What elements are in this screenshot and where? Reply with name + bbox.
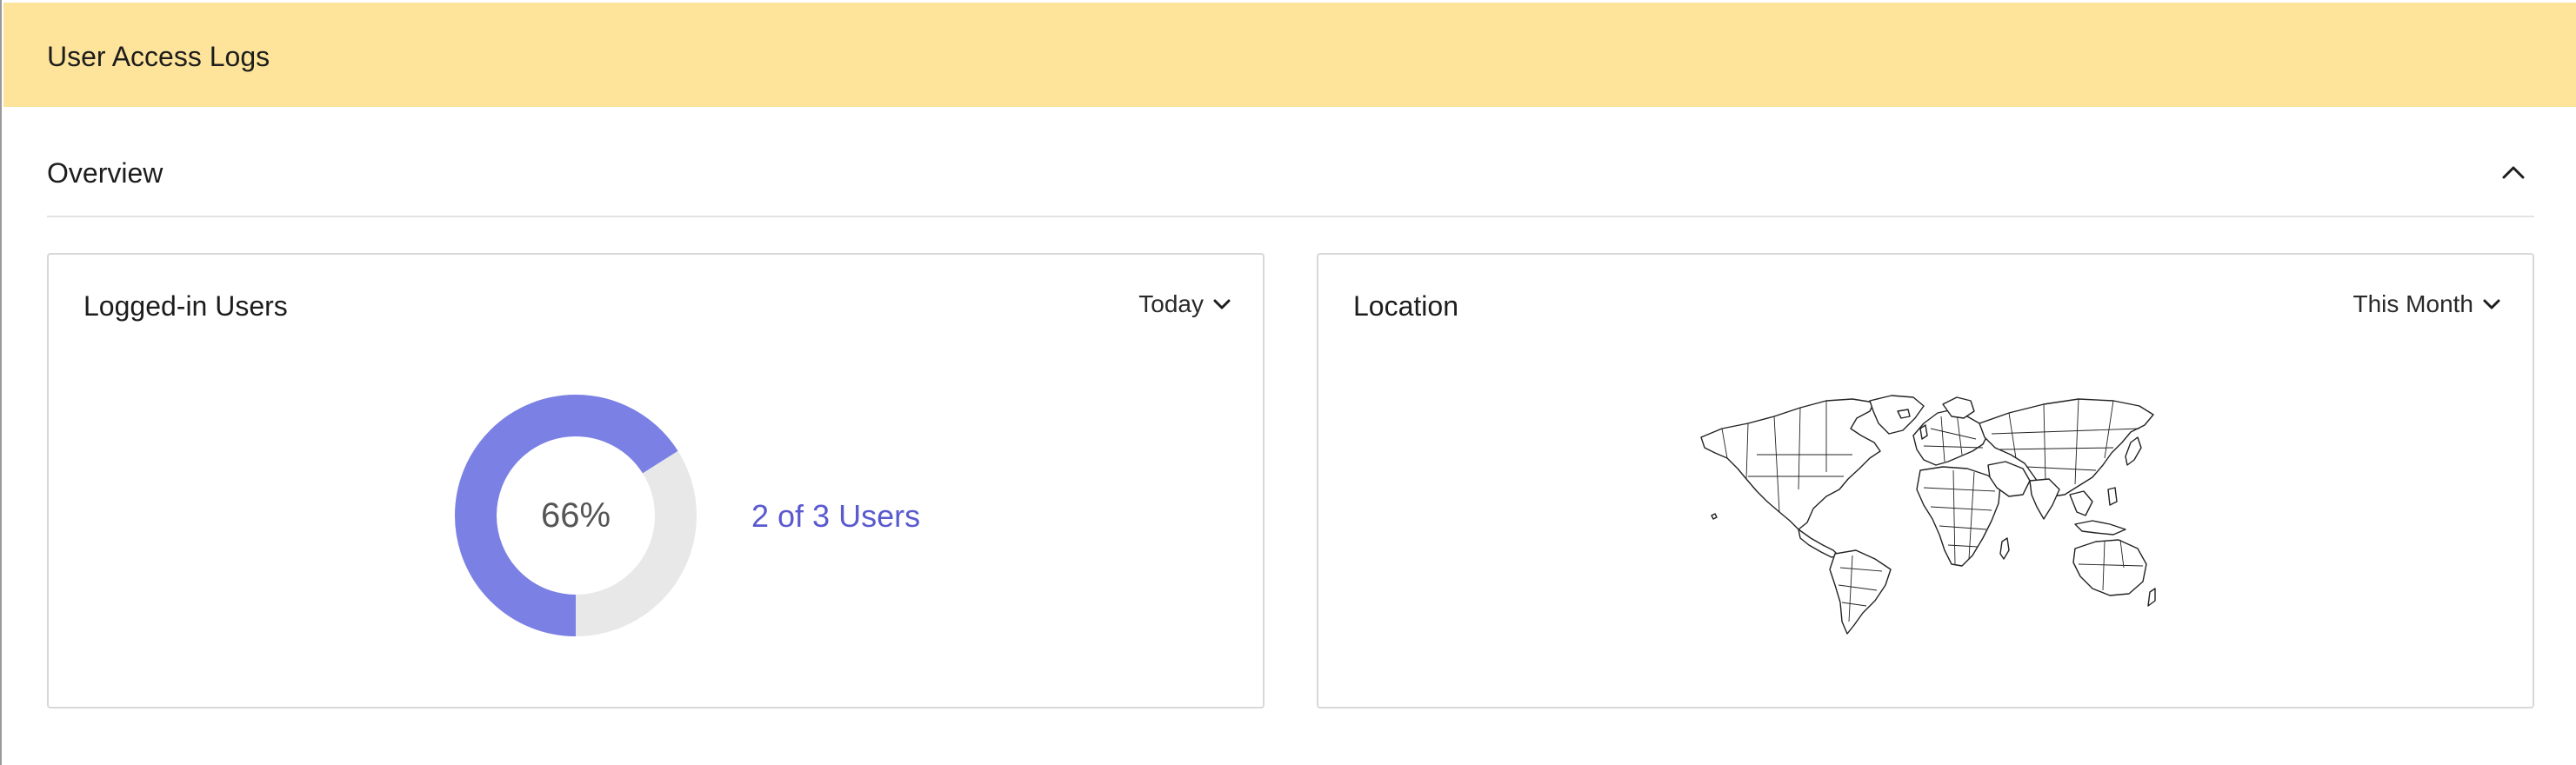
app-frame: User Access Logs Overview Logged-in User… (0, 0, 2576, 765)
map-central-america (1798, 529, 1839, 558)
overview-collapse-button[interactable] (2496, 155, 2531, 190)
map-japan (2125, 436, 2142, 466)
logged-in-users-count: 2 of 3 Users (751, 498, 921, 534)
donut-percent-label: 66% (540, 496, 611, 535)
map-hawaii (1711, 513, 1718, 520)
map-new-zealand (2147, 588, 2156, 607)
logged-in-users-card: Logged-in Users Today 66% 2 of 3 Users (47, 253, 1265, 708)
chevron-down-icon (2483, 299, 2500, 309)
chevron-up-icon (2502, 166, 2525, 179)
map-madagascar (1999, 537, 2010, 560)
map-philippines (2107, 487, 2118, 506)
location-period-dropdown[interactable]: This Month (2353, 289, 2502, 319)
location-card: Location This Month (1317, 253, 2534, 708)
map-india (2029, 478, 2060, 520)
location-period-label: This Month (2352, 290, 2474, 317)
map-uk (1919, 424, 1928, 440)
page-title: User Access Logs (47, 41, 270, 72)
chevron-down-icon (1213, 299, 1231, 309)
map-australia (2072, 539, 2147, 596)
location-title: Location (1353, 290, 1458, 322)
map-africa (1916, 466, 2001, 567)
section-divider (47, 216, 2534, 217)
logged-in-period-dropdown[interactable]: Today (1138, 289, 1231, 319)
map-indonesia (2074, 520, 2126, 536)
page-header: User Access Logs (3, 3, 2576, 107)
logged-in-period-label: Today (1138, 290, 1204, 317)
logged-in-users-title: Logged-in Users (83, 290, 288, 322)
world-map (1700, 395, 2156, 635)
map-greenland (1869, 395, 1925, 435)
map-north-america (1700, 398, 1881, 530)
map-south-america (1829, 549, 1892, 635)
overview-title: Overview (47, 157, 164, 189)
map-southeast-asia (2069, 490, 2093, 516)
